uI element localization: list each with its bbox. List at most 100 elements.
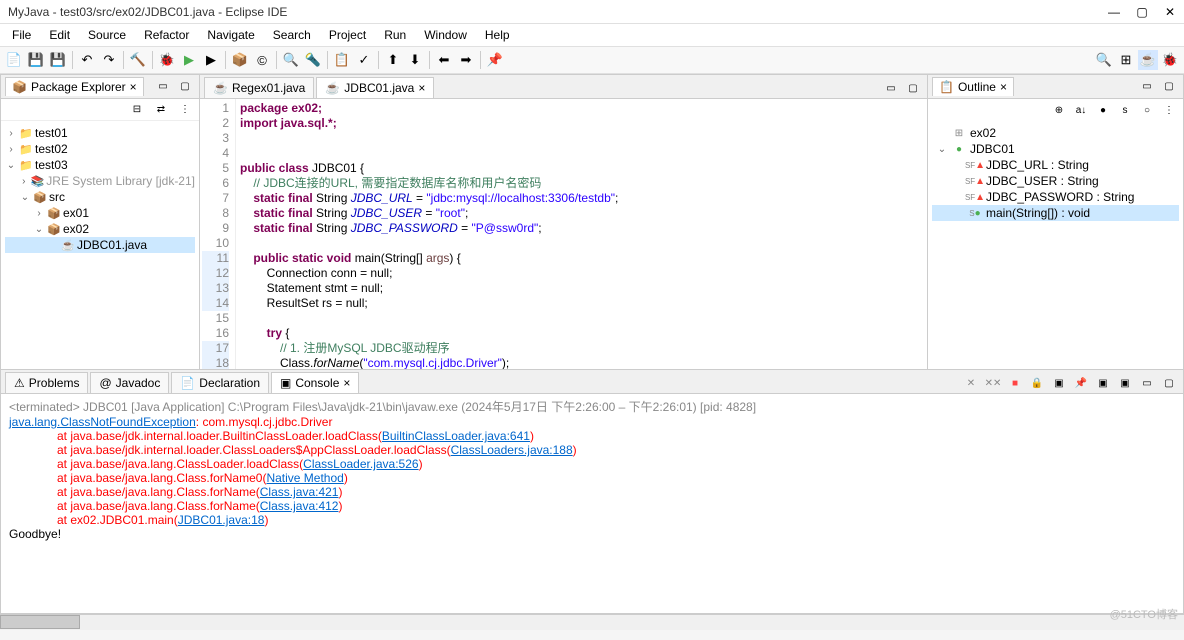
scroll-lock-icon[interactable]: 🔒 — [1027, 373, 1047, 393]
source-link[interactable]: Class.java:421 — [260, 485, 339, 499]
maximize-view-icon[interactable]: ▢ — [1159, 373, 1179, 393]
editor-tab[interactable]: ☕JDBC01.java× — [316, 77, 434, 98]
menu-window[interactable]: Window — [416, 26, 475, 44]
new-icon[interactable]: 📄 — [4, 50, 24, 70]
tree-item[interactable]: ›📚JRE System Library [jdk-21] — [5, 173, 195, 189]
collapse-all-icon[interactable]: ⊟ — [127, 100, 147, 120]
minimize-view-icon[interactable]: ▭ — [1137, 77, 1157, 97]
search-everywhere-icon[interactable]: 🔍 — [1094, 50, 1114, 70]
close-icon[interactable]: × — [343, 376, 350, 390]
outline-item[interactable]: SF▲JDBC_URL : String — [932, 157, 1179, 173]
menu-refactor[interactable]: Refactor — [136, 26, 197, 44]
code-area[interactable]: package ex02; import java.sql.*; public … — [236, 99, 927, 369]
menu-navigate[interactable]: Navigate — [199, 26, 262, 44]
save-icon[interactable]: 💾 — [26, 50, 46, 70]
minimize-view-icon[interactable]: ▭ — [153, 77, 173, 97]
package-tree[interactable]: ›📁test01›📁test02⌄📁test03›📚JRE System Lib… — [1, 121, 199, 369]
focus-icon[interactable]: ⊕ — [1049, 100, 1069, 120]
maximize-view-icon[interactable]: ▢ — [175, 77, 195, 97]
editor-maximize-icon[interactable]: ▢ — [903, 78, 923, 98]
scroll-thumb[interactable] — [0, 615, 80, 629]
outline-item[interactable]: ⊞ex02 — [932, 125, 1179, 141]
view-menu-icon[interactable]: ⋮ — [175, 100, 195, 120]
java-perspective-icon[interactable]: ☕ — [1138, 50, 1158, 70]
clear-console-icon[interactable]: ✕ — [961, 373, 981, 393]
tree-item[interactable]: ⌄📦src — [5, 189, 195, 205]
hide-static-icon[interactable]: s — [1115, 100, 1135, 120]
undo-icon[interactable]: ↶ — [77, 50, 97, 70]
outline-item[interactable]: ⌄●JDBC01 — [932, 141, 1179, 157]
horizontal-scrollbar[interactable] — [0, 614, 1184, 630]
next-annotation-icon[interactable]: ⬇ — [405, 50, 425, 70]
maximize-button[interactable]: ▢ — [1136, 6, 1148, 18]
hide-nonpublic-icon[interactable]: ○ — [1137, 100, 1157, 120]
run-icon[interactable]: ▶ — [179, 50, 199, 70]
pin-icon[interactable]: 📌 — [485, 50, 505, 70]
open-console-icon[interactable]: ▣ — [1115, 373, 1135, 393]
hide-local-icon[interactable]: ⋮ — [1159, 100, 1179, 120]
pin-console-icon[interactable]: 📌 — [1071, 373, 1091, 393]
outline-item[interactable]: S●main(String[]) : void — [932, 205, 1179, 221]
source-link[interactable]: Native Method — [266, 471, 343, 485]
bottom-tab-javadoc[interactable]: @Javadoc — [90, 372, 169, 393]
tree-item[interactable]: ›📁test02 — [5, 141, 195, 157]
source-link[interactable]: ClassLoaders.java:188 — [451, 443, 573, 457]
outline-tab[interactable]: 📋 Outline × — [932, 77, 1014, 96]
close-icon[interactable]: × — [418, 81, 425, 95]
open-perspective-icon[interactable]: ⊞ — [1116, 50, 1136, 70]
tree-item[interactable]: ⌄📦ex02 — [5, 221, 195, 237]
debug-perspective-icon[interactable]: 🐞 — [1160, 50, 1180, 70]
outline-tree[interactable]: ⊞ex02⌄●JDBC01SF▲JDBC_URL : String SF▲JDBC… — [928, 121, 1183, 225]
package-explorer-tab[interactable]: 📦 Package Explorer × — [5, 77, 144, 96]
new-class-icon[interactable]: © — [252, 50, 272, 70]
minimize-button[interactable]: — — [1108, 6, 1120, 18]
exception-link[interactable]: java.lang.ClassNotFoundException — [9, 415, 196, 429]
source-link[interactable]: ClassLoader.java:526 — [303, 457, 418, 471]
editor-minimize-icon[interactable]: ▭ — [881, 78, 901, 98]
source-link[interactable]: Class.java:412 — [260, 499, 339, 513]
tree-item[interactable]: ›📁test01 — [5, 125, 195, 141]
console-output[interactable]: <terminated> JDBC01 [Java Application] C… — [1, 394, 1183, 613]
menu-help[interactable]: Help — [477, 26, 518, 44]
menu-source[interactable]: Source — [80, 26, 134, 44]
menu-run[interactable]: Run — [376, 26, 414, 44]
code-editor[interactable]: 12345678910111213141516171819202122 pack… — [200, 99, 927, 369]
bottom-tab-console[interactable]: ▣Console× — [271, 372, 359, 393]
bottom-tab-problems[interactable]: ⚠Problems — [5, 372, 88, 393]
close-icon[interactable]: × — [1000, 80, 1007, 94]
toggle-mark-icon[interactable]: ✓ — [354, 50, 374, 70]
tree-item[interactable]: ⌄📁test03 — [5, 157, 195, 173]
close-button[interactable]: ✕ — [1164, 6, 1176, 18]
outline-item[interactable]: SF▲JDBC_PASSWORD : String — [932, 189, 1179, 205]
menu-file[interactable]: File — [4, 26, 39, 44]
show-console-icon[interactable]: ▣ — [1049, 373, 1069, 393]
tree-item[interactable]: ☕JDBC01.java — [5, 237, 195, 253]
tree-item[interactable]: ›📦ex01 — [5, 205, 195, 221]
back-icon[interactable]: ⬅ — [434, 50, 454, 70]
debug-icon[interactable]: 🐞 — [157, 50, 177, 70]
toggle-breadcrumb-icon[interactable]: 📋 — [332, 50, 352, 70]
search-icon[interactable]: 🔦 — [303, 50, 323, 70]
build-icon[interactable]: 🔨 — [128, 50, 148, 70]
bottom-tab-declaration[interactable]: 📄Declaration — [171, 372, 269, 393]
coverage-icon[interactable]: ▶ — [201, 50, 221, 70]
menu-project[interactable]: Project — [321, 26, 374, 44]
forward-icon[interactable]: ➡ — [456, 50, 476, 70]
open-type-icon[interactable]: 🔍 — [281, 50, 301, 70]
display-console-icon[interactable]: ▣ — [1093, 373, 1113, 393]
maximize-view-icon[interactable]: ▢ — [1159, 77, 1179, 97]
new-package-icon[interactable]: 📦 — [230, 50, 250, 70]
remove-launch-icon[interactable]: ✕✕ — [983, 373, 1003, 393]
redo-icon[interactable]: ↷ — [99, 50, 119, 70]
menu-edit[interactable]: Edit — [41, 26, 78, 44]
save-all-icon[interactable]: 💾 — [48, 50, 68, 70]
close-icon[interactable]: × — [130, 80, 137, 94]
prev-annotation-icon[interactable]: ⬆ — [383, 50, 403, 70]
editor-tab[interactable]: ☕Regex01.java — [204, 77, 314, 98]
source-link[interactable]: BuiltinClassLoader.java:641 — [382, 429, 530, 443]
sort-icon[interactable]: a↓ — [1071, 100, 1091, 120]
minimize-view-icon[interactable]: ▭ — [1137, 373, 1157, 393]
source-link[interactable]: JDBC01.java:18 — [178, 513, 265, 527]
hide-fields-icon[interactable]: ● — [1093, 100, 1113, 120]
terminate-icon[interactable]: ■ — [1005, 373, 1025, 393]
